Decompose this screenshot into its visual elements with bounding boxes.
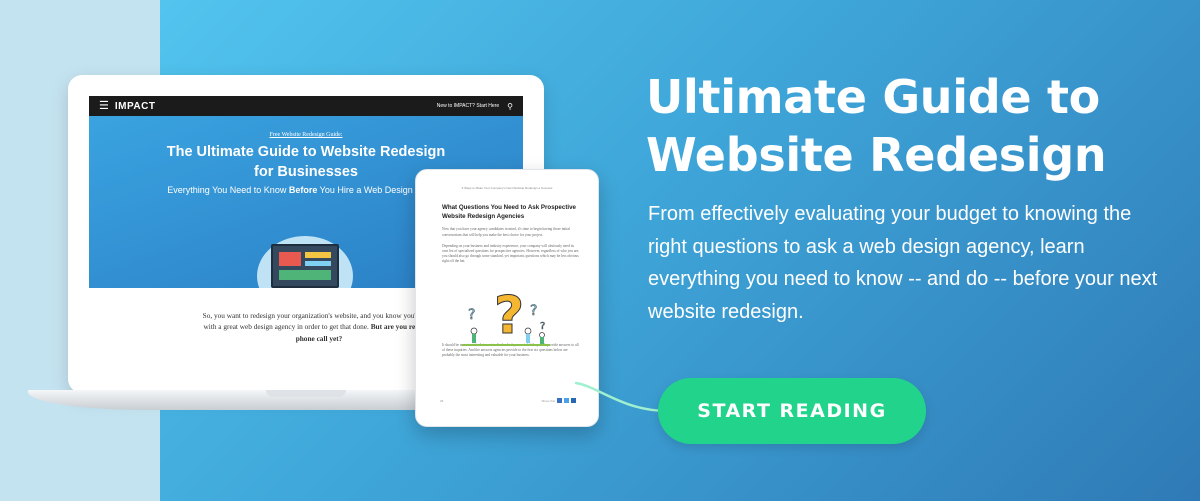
tablet-paragraph-1: Now that you have your agency candidates…: [442, 227, 570, 237]
svg-text:?: ?: [540, 321, 545, 332]
body-line-2-text: with a great web design agency in order …: [203, 322, 371, 332]
svg-text:?: ?: [468, 307, 475, 323]
twitter-share-icon[interactable]: [564, 398, 569, 403]
hero-kicker[interactable]: Free Website Redesign Guide:: [89, 116, 523, 138]
site-navbar: ☰ IMPACT New to IMPACT? Start Here ⚲: [89, 96, 523, 116]
tablet-paragraph-2: Depending on your business and industry …: [442, 243, 580, 264]
tablet-screen: 5 Ways to Make Your Company's Next Websi…: [424, 180, 590, 415]
hero-title-line-1: The Ultimate Guide to Website Redesign: [166, 144, 446, 160]
svg-text:?: ?: [530, 303, 537, 319]
start-reading-button[interactable]: START READING: [658, 378, 926, 444]
page-title: Ultimate Guide to Website Redesign: [646, 70, 1107, 182]
tablet-page-number: 26: [440, 398, 444, 403]
tablet-section-title: What Questions You Need to Ask Prospecti…: [442, 204, 576, 220]
tablet-footer: 26 Share this: [440, 398, 576, 403]
hero-sub-bold: Before: [288, 185, 318, 196]
svg-text:?: ?: [494, 286, 524, 346]
hamburger-menu-icon[interactable]: ☰: [99, 100, 109, 112]
hero-sub-pre: Everything You Need to Know: [167, 185, 289, 196]
monitor-illustration-icon: [271, 244, 339, 288]
question-mark-illustration-icon: ? ? ? ?: [462, 286, 550, 347]
impact-logo[interactable]: IMPACT: [115, 101, 156, 112]
laptop-notch: [266, 390, 346, 397]
facebook-share-icon[interactable]: [557, 398, 562, 403]
nav-start-here-link[interactable]: New to IMPACT? Start Here: [437, 103, 499, 109]
guide-description: From effectively evaluating your budget …: [648, 203, 1158, 323]
search-icon[interactable]: ⚲: [507, 102, 513, 111]
share-label: Share this: [541, 398, 555, 403]
